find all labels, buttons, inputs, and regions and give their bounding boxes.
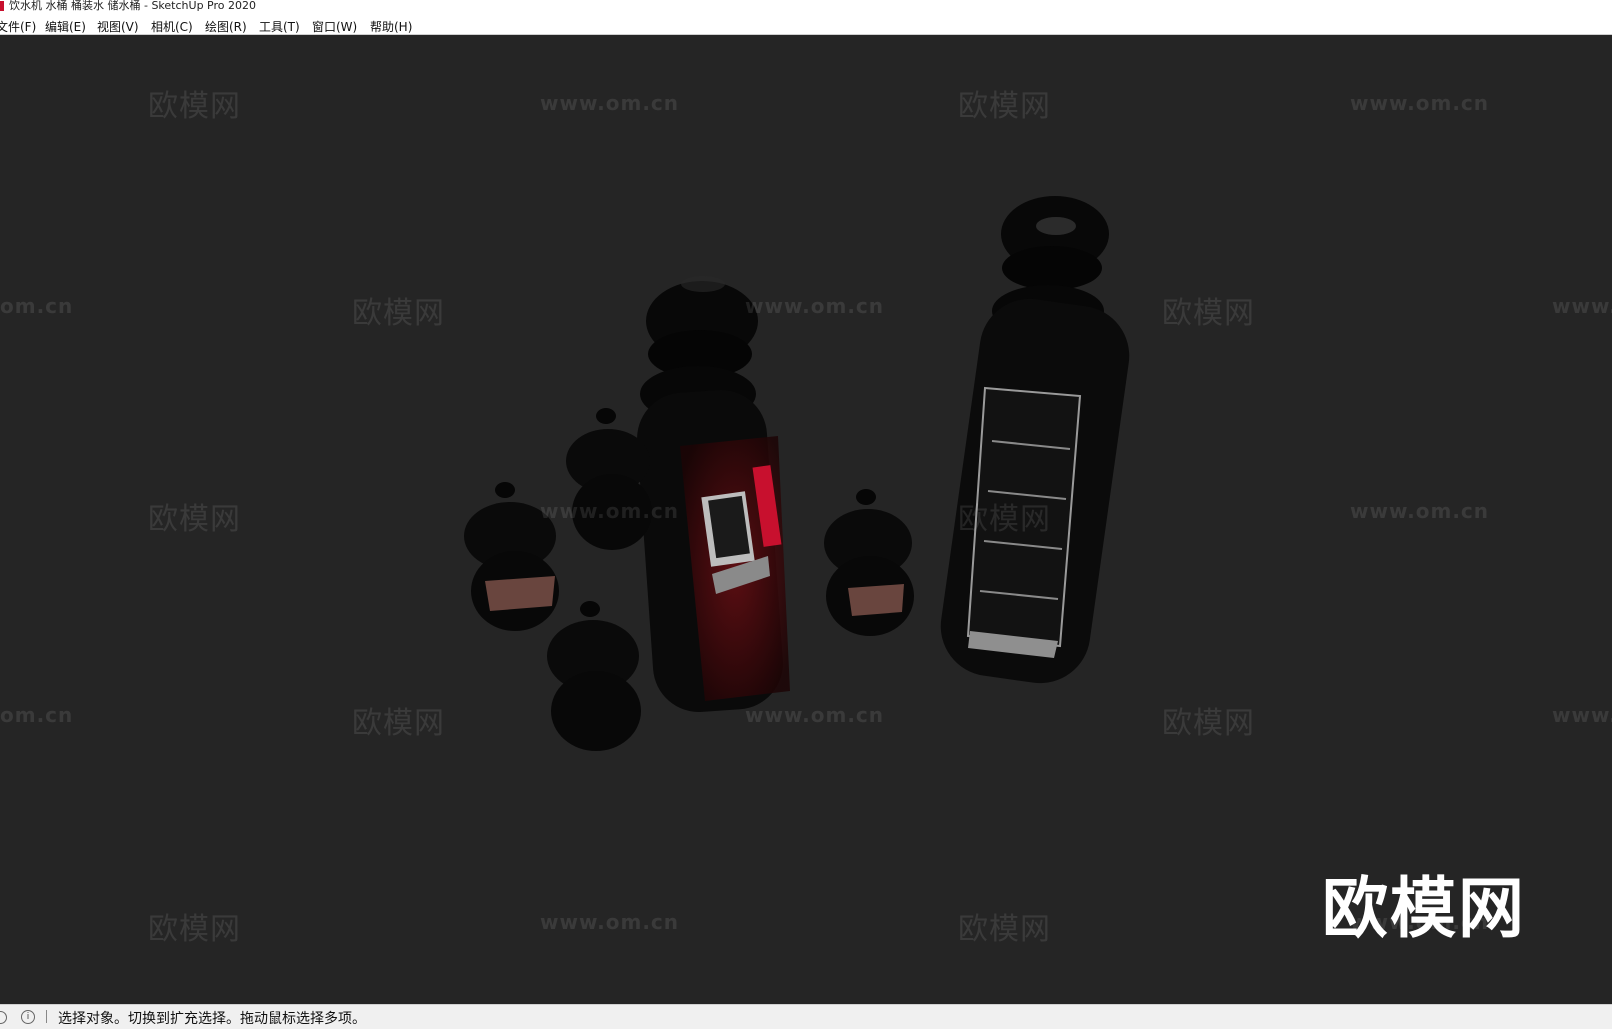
watermark-url: www.om.cn: [1350, 91, 1490, 115]
model-viewport[interactable]: 欧模网 www.om.cn 欧模网 www.om.cn om.cn 欧模网 ww…: [0, 36, 1612, 1004]
menu-tools[interactable]: 工具(T): [259, 18, 300, 35]
menu-draw[interactable]: 绘图(R): [205, 18, 247, 35]
watermark-text: 欧模网: [1162, 706, 1255, 741]
geolocation-icon[interactable]: [0, 1011, 7, 1024]
watermark-url: www.: [1552, 703, 1612, 727]
watermark-url: www.om.cn: [745, 294, 885, 318]
menu-camera[interactable]: 相机(C): [151, 18, 193, 35]
watermark-url: www.om.cn: [1350, 499, 1490, 523]
watermark-text: 欧模网: [958, 89, 1051, 124]
menu-file[interactable]: 文件(F): [0, 18, 36, 35]
watermark-text: 欧模网: [352, 296, 445, 331]
menu-help[interactable]: 帮助(H): [370, 18, 412, 35]
watermark-url: www.om.cn: [745, 703, 885, 727]
water-bottle[interactable]: [547, 601, 641, 751]
watermark-text: 欧模网: [958, 912, 1051, 947]
info-icon[interactable]: i: [21, 1010, 35, 1024]
menu-view[interactable]: 视图(V): [97, 18, 139, 35]
water-dispenser-red[interactable]: [634, 276, 790, 715]
watermark-url: om.cn: [0, 294, 74, 318]
watermark-url: www.: [1552, 294, 1612, 318]
watermark-text: 欧模网: [1162, 296, 1255, 331]
status-bar: i 选择对象。切换到扩充选择。拖动鼠标选择多项。: [0, 1004, 1612, 1029]
watermark-url: www.om.cn: [540, 91, 680, 115]
menu-edit[interactable]: 编辑(E): [45, 18, 86, 35]
status-divider: [46, 1010, 47, 1023]
menu-window[interactable]: 窗口(W): [312, 18, 357, 35]
watermark-text: 欧模网: [148, 502, 241, 537]
menu-bar: 文件(F) 编辑(E) 视图(V) 相机(C) 绘图(R) 工具(T) 窗口(W…: [0, 14, 1612, 35]
watermark-text: 欧模网: [958, 502, 1051, 537]
watermark-text: 欧模网: [148, 89, 241, 124]
watermark-text: 欧模网: [352, 706, 445, 741]
status-text: 选择对象。切换到扩充选择。拖动鼠标选择多项。: [58, 1011, 366, 1027]
water-dispenser-glass[interactable]: [934, 196, 1135, 690]
watermark-logo: 欧模网: [1322, 870, 1526, 947]
title-bar: 饮水机 水桶 桶装水 储水桶 - SketchUp Pro 2020: [0, 0, 1612, 14]
sketchup-app-icon: [0, 1, 4, 11]
watermark-text: 欧模网: [148, 912, 241, 947]
water-bottle[interactable]: [824, 489, 914, 636]
watermark-url: www.om.cn: [540, 499, 680, 523]
window-title: 饮水机 水桶 桶装水 储水桶 - SketchUp Pro 2020: [9, 0, 256, 12]
watermark-url: www.om.cn: [540, 910, 680, 934]
watermark-url: om.cn: [0, 703, 74, 727]
